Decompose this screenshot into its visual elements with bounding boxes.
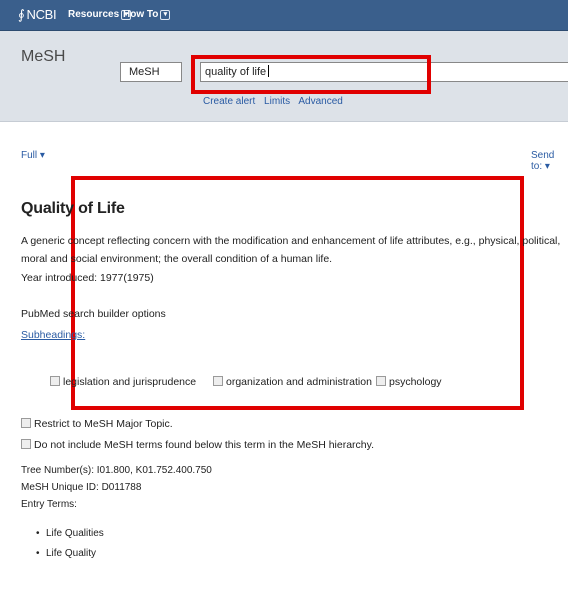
limits-link[interactable]: Limits (264, 96, 290, 107)
send-to-label: Send to: (531, 150, 555, 172)
restrict-major-topic-option[interactable]: Restrict to MeSH Major Topic. (21, 418, 173, 430)
text-caret (268, 65, 270, 77)
search-links: Create alert Limits Advanced (203, 96, 349, 107)
ncbi-logo-text: NCBI (26, 7, 57, 22)
checkbox[interactable] (21, 418, 31, 428)
chevron-down-icon: ▾ (39, 150, 45, 161)
tree-numbers: Tree Number(s): I01.800, K01.752.400.750 (21, 465, 212, 476)
entry-terms-list: Life Qualities Life Quality (36, 524, 104, 564)
resources-menu-label: Resources (68, 9, 120, 20)
subheading-option[interactable]: organization and administration (213, 376, 372, 388)
resources-menu[interactable]: Resources ▾ (68, 9, 132, 20)
search-builder-label: PubMed search builder options (21, 308, 166, 320)
how-to-menu[interactable]: How To ▾ (123, 9, 171, 20)
subheading-label: organization and administration (226, 376, 372, 388)
checkbox[interactable] (21, 439, 31, 449)
record-highlight-box (71, 176, 524, 410)
search-input-value: quality of life (205, 66, 267, 78)
checkbox[interactable] (50, 376, 60, 386)
exclude-narrower-terms-option[interactable]: Do not include MeSH terms found below th… (21, 439, 374, 451)
how-to-menu-label: How To (123, 9, 159, 20)
ncbi-logo[interactable]: ∮ NCBI (18, 7, 57, 23)
subheading-option[interactable]: psychology (376, 376, 442, 388)
mesh-unique-id: MeSH Unique ID: D011788 (21, 482, 142, 493)
chevron-down-icon: ▾ (160, 10, 171, 20)
advanced-link[interactable]: Advanced (298, 96, 342, 107)
create-alert-link[interactable]: Create alert (203, 96, 255, 107)
checkbox[interactable] (376, 376, 386, 386)
search-bar: MeSH MeSH quality of life Create alert L… (0, 31, 568, 122)
subheadings-link[interactable]: Subheadings: (21, 329, 85, 341)
chevron-down-icon: ▾ (544, 161, 550, 172)
option-label: Restrict to MeSH Major Topic. (34, 418, 173, 430)
display-format-label: Full (21, 150, 38, 161)
entry-terms-label: Entry Terms: (21, 499, 77, 510)
ncbi-logo-icon: ∮ (18, 7, 25, 22)
option-label: Do not include MeSH terms found below th… (34, 439, 375, 451)
display-format-menu[interactable]: Full ▾ (21, 150, 45, 161)
subheading-option[interactable]: legislation and jurisprudence (50, 376, 196, 388)
database-select[interactable]: MeSH (120, 62, 182, 82)
list-item: Life Quality (36, 544, 104, 564)
record-title: Quality of Life (21, 200, 125, 217)
checkbox[interactable] (213, 376, 223, 386)
list-item: Life Qualities (36, 524, 104, 544)
database-title: MeSH (21, 48, 66, 65)
ncbi-header: ∮ NCBI Resources ▾ How To ▾ (0, 0, 568, 31)
subheading-label: psychology (389, 376, 442, 388)
subheading-label: legislation and jurisprudence (63, 376, 197, 388)
search-input[interactable]: quality of life (200, 62, 568, 82)
send-to-menu[interactable]: Send to: ▾ (531, 150, 568, 172)
year-introduced: Year introduced: 1977(1975) (21, 272, 154, 284)
scope-note: A generic concept reflecting concern wit… (21, 235, 561, 265)
